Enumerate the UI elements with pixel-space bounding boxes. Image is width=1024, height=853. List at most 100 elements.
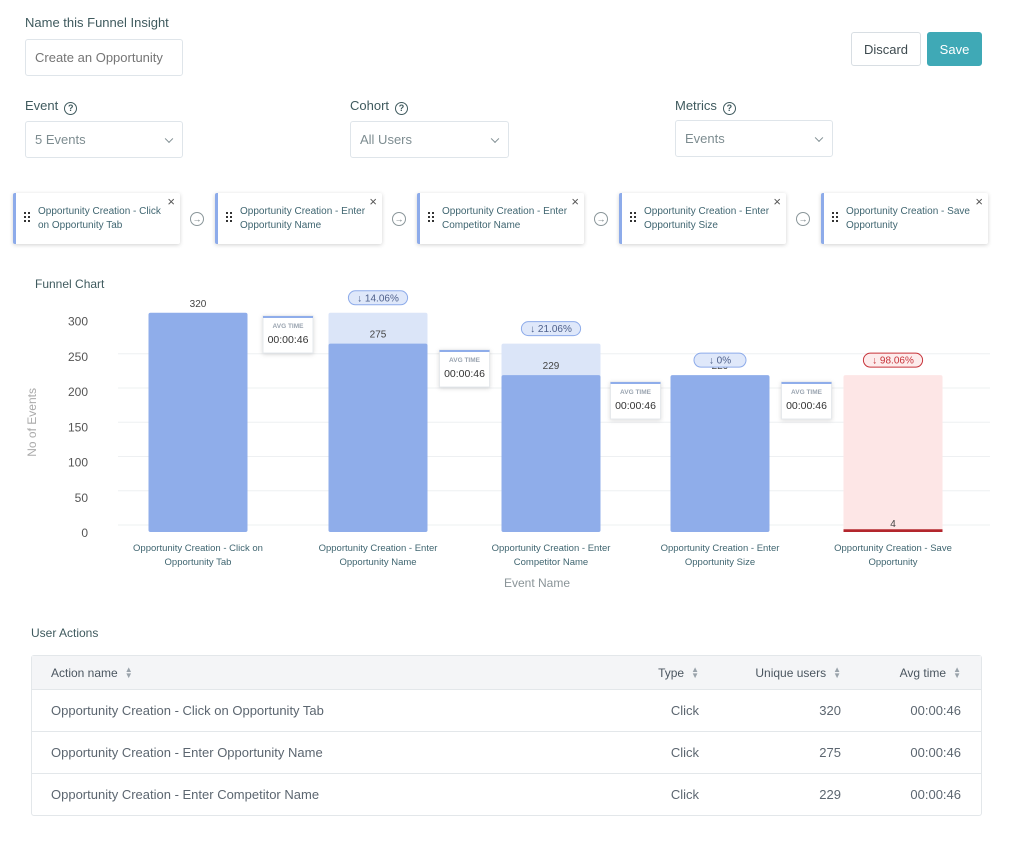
bar-value-label: 320 xyxy=(190,299,207,310)
arrow-right-circle-icon: → xyxy=(392,212,406,226)
y-axis-label: No of Events xyxy=(25,388,39,457)
close-icon[interactable]: × xyxy=(369,194,377,209)
avg-time-box-accent xyxy=(439,350,490,352)
column-header-type[interactable]: Type ▲ ▼ xyxy=(592,666,699,680)
table-row[interactable]: Opportunity Creation - Enter Opportunity… xyxy=(32,731,981,773)
avg-time-value: 00:00:46 xyxy=(786,400,827,412)
drag-handle-icon[interactable] xyxy=(428,212,434,222)
sort-icon[interactable]: ▲ ▼ xyxy=(953,666,961,680)
column-header-action-name[interactable]: Action name ▲ ▼ xyxy=(32,666,592,680)
funnel-step-label: Opportunity Creation - Enter Competitor … xyxy=(442,206,568,231)
bar xyxy=(670,375,770,532)
chevron-down-icon xyxy=(490,134,500,143)
avg-time-box-accent xyxy=(610,382,661,384)
event-select-value: 5 Events xyxy=(35,132,86,147)
cell-action-name: Opportunity Creation - Enter Competitor … xyxy=(51,787,320,802)
funnel-step-card[interactable]: Opportunity Creation - Save Opportunity × xyxy=(821,193,988,244)
table-row[interactable]: Opportunity Creation - Enter Competitor … xyxy=(32,773,981,815)
x-tick-label: Competitor Name xyxy=(514,557,588,568)
x-tick-label: Opportunity Tab xyxy=(165,557,232,568)
close-icon[interactable]: × xyxy=(975,194,983,209)
close-icon[interactable]: × xyxy=(571,194,579,209)
avg-time-value: 00:00:46 xyxy=(615,400,656,412)
user-actions-table: Action name ▲ ▼ Type ▲ ▼ Unique users ▲ ▼ Avg … xyxy=(31,655,982,816)
metrics-select[interactable]: Events xyxy=(675,120,833,157)
drag-handle-icon[interactable] xyxy=(226,212,232,222)
funnel-step-card[interactable]: Opportunity Creation - Enter Opportunity… xyxy=(215,193,382,244)
cell-avg-time: 00:00:46 xyxy=(910,745,961,760)
question-circle-icon[interactable]: ? xyxy=(64,101,78,115)
bar-value-label: 275 xyxy=(370,330,387,341)
close-icon[interactable]: × xyxy=(167,194,175,209)
table-row[interactable]: Opportunity Creation - Click on Opportun… xyxy=(32,689,981,731)
chevron-down-icon xyxy=(164,134,174,143)
x-tick-label: Opportunity Creation - Enter xyxy=(661,543,780,554)
x-tick-label: Opportunity Creation - Save xyxy=(834,543,952,554)
column-header-unique-users[interactable]: Unique users ▲ ▼ xyxy=(699,666,841,680)
avg-time-box-accent xyxy=(781,382,832,384)
cell-type: Click xyxy=(670,745,699,760)
close-icon[interactable]: × xyxy=(773,194,781,209)
avg-time-value: 00:00:46 xyxy=(444,368,485,380)
bar xyxy=(501,375,601,532)
question-circle-icon[interactable]: ? xyxy=(722,101,736,115)
question-circle-icon[interactable]: ? xyxy=(395,101,409,115)
column-label: Type xyxy=(658,665,685,680)
avg-time-label: AVG TIME xyxy=(449,357,481,364)
bar-value-label: 4 xyxy=(890,519,896,530)
cell-unique-users: 229 xyxy=(819,787,841,802)
avg-time-label: AVG TIME xyxy=(791,389,823,396)
dropoff-ghost-bar xyxy=(843,375,943,532)
cell-action-name: Opportunity Creation - Click on Opportun… xyxy=(51,703,324,718)
event-filter-label: Event? xyxy=(25,98,78,115)
x-tick-label: Opportunity Creation - Enter xyxy=(492,543,611,554)
dropoff-badge-label: ↓ 14.06% xyxy=(357,293,399,304)
sort-icon[interactable]: ▲ ▼ xyxy=(125,666,133,680)
x-tick-label: Opportunity Creation - Enter xyxy=(319,543,438,554)
column-header-avg-time[interactable]: Avg time ▲ ▼ xyxy=(841,666,961,680)
column-label: Action name xyxy=(51,665,118,680)
funnel-step-card[interactable]: Opportunity Creation - Enter Opportunity… xyxy=(619,193,786,244)
metrics-filter-label: Metrics? xyxy=(675,98,736,115)
drag-handle-icon[interactable] xyxy=(630,212,636,222)
y-tick-label: 250 xyxy=(68,350,88,364)
sort-icon[interactable]: ▲ ▼ xyxy=(691,666,699,680)
event-select[interactable]: 5 Events xyxy=(25,121,183,158)
metrics-select-value: Events xyxy=(685,131,725,146)
x-tick-label: Opportunity xyxy=(868,557,917,568)
dropoff-badge-label: ↓ 98.06% xyxy=(872,356,914,367)
drag-handle-icon[interactable] xyxy=(832,212,838,222)
y-tick-label: 200 xyxy=(68,385,88,399)
funnel-chart: 0 50 100 150 200 250 300 No of Events Event Name… xyxy=(25,290,990,590)
y-tick-label: 0 xyxy=(81,526,88,540)
x-tick-label: Opportunity Name xyxy=(339,557,416,568)
cohort-label-text: Cohort xyxy=(350,98,390,113)
user-actions-title: User Actions xyxy=(31,626,99,640)
bar xyxy=(328,343,428,532)
column-label: Avg time xyxy=(899,665,947,680)
y-tick-label: 150 xyxy=(68,420,88,434)
funnel-step-label: Opportunity Creation - Save Opportunity xyxy=(846,206,970,231)
cohort-filter-label: Cohort? xyxy=(350,98,409,115)
table-header: Action name ▲ ▼ Type ▲ ▼ Unique users ▲ ▼ Avg … xyxy=(32,656,981,689)
name-insight-label: Name this Funnel Insight xyxy=(25,15,169,30)
sort-icon[interactable]: ▲ ▼ xyxy=(833,666,841,680)
arrow-right-circle-icon: → xyxy=(594,212,608,226)
funnel-step-label: Opportunity Creation - Enter Opportunity… xyxy=(644,206,770,231)
insight-name-input[interactable] xyxy=(25,39,183,76)
drag-handle-icon[interactable] xyxy=(24,212,30,222)
y-tick-label: 100 xyxy=(68,456,88,470)
arrow-right-circle-icon: → xyxy=(796,212,810,226)
cell-avg-time: 00:00:46 xyxy=(910,703,961,718)
bar xyxy=(148,312,248,532)
save-button[interactable]: Save xyxy=(927,32,982,66)
avg-time-box-accent xyxy=(263,316,313,318)
cell-unique-users: 275 xyxy=(819,745,841,760)
x-axis-label: Event Name xyxy=(504,576,570,590)
discard-button[interactable]: Discard xyxy=(851,32,921,66)
x-tick-label: Opportunity Size xyxy=(685,557,755,568)
funnel-step-card[interactable]: Opportunity Creation - Click on Opportun… xyxy=(13,193,180,244)
cohort-select[interactable]: All Users xyxy=(350,121,509,158)
funnel-step-label: Opportunity Creation - Enter Opportunity… xyxy=(240,206,366,231)
funnel-step-card[interactable]: Opportunity Creation - Enter Competitor … xyxy=(417,193,584,244)
